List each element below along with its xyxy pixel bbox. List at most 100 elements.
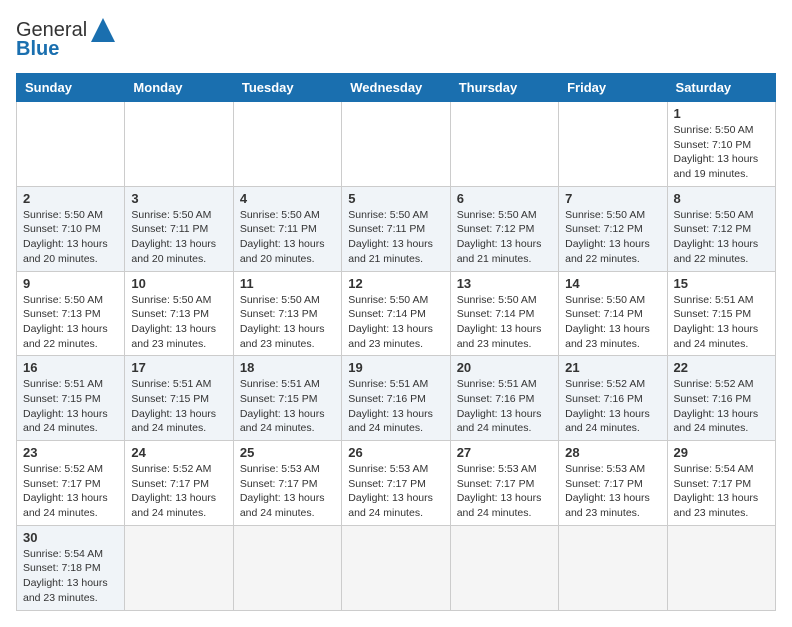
day-number: 7 bbox=[565, 191, 660, 206]
day-number: 9 bbox=[23, 276, 118, 291]
calendar-cell: 6 Sunrise: 5:50 AM Sunset: 7:12 PM Daylig… bbox=[450, 186, 558, 271]
calendar-cell: 28Sunrise: 5:53 AM Sunset: 7:17 PM Dayli… bbox=[559, 441, 667, 526]
calendar-cell: 1Sunrise: 5:50 AM Sunset: 7:10 PM Daylig… bbox=[667, 102, 775, 187]
day-number: 8 bbox=[674, 191, 769, 206]
day-number: 21 bbox=[565, 360, 660, 375]
calendar-cell: 15 Sunrise: 5:51 AM Sunset: 7:15 PM Dayli… bbox=[667, 271, 775, 356]
calendar-cell bbox=[667, 525, 775, 610]
calendar-cell: 16 Sunrise: 5:51 AM Sunset: 7:15 PM Dayli… bbox=[17, 356, 125, 441]
day-header-saturday: Saturday bbox=[667, 74, 775, 102]
calendar-cell bbox=[342, 102, 450, 187]
header-row: SundayMondayTuesdayWednesdayThursdayFrid… bbox=[17, 74, 776, 102]
day-number: 26 bbox=[348, 445, 443, 460]
week-row-4: 16 Sunrise: 5:51 AM Sunset: 7:15 PM Dayli… bbox=[17, 356, 776, 441]
day-info: Sunrise: 5:53 AM Sunset: 7:17 PM Dayligh… bbox=[348, 462, 443, 521]
day-number: 15 bbox=[674, 276, 769, 291]
calendar-cell: 11Sunrise: 5:50 AM Sunset: 7:13 PM Dayli… bbox=[233, 271, 341, 356]
day-info: Sunrise: 5:50 AM Sunset: 7:14 PM Dayligh… bbox=[457, 293, 552, 352]
week-row-5: 23 Sunrise: 5:52 AM Sunset: 7:17 PM Dayli… bbox=[17, 441, 776, 526]
calendar-cell: 2Sunrise: 5:50 AM Sunset: 7:10 PM Daylig… bbox=[17, 186, 125, 271]
day-number: 4 bbox=[240, 191, 335, 206]
day-number: 3 bbox=[131, 191, 226, 206]
day-header-wednesday: Wednesday bbox=[342, 74, 450, 102]
calendar-cell: 17Sunrise: 5:51 AM Sunset: 7:15 PM Dayli… bbox=[125, 356, 233, 441]
logo-triangle-icon bbox=[89, 16, 117, 44]
day-number: 6 bbox=[457, 191, 552, 206]
calendar-cell: 9Sunrise: 5:50 AM Sunset: 7:13 PM Daylig… bbox=[17, 271, 125, 356]
week-row-3: 9 Sunrise: 5:50 AM Sunset: 7:13 PM Daylig… bbox=[17, 271, 776, 356]
day-header-monday: Monday bbox=[125, 74, 233, 102]
day-info: Sunrise: 5:51 AM Sunset: 7:16 PM Dayligh… bbox=[457, 377, 552, 436]
calendar-table: SundayMondayTuesdayWednesdayThursdayFrid… bbox=[16, 73, 776, 611]
day-number: 17 bbox=[131, 360, 226, 375]
day-number: 1 bbox=[674, 106, 769, 121]
day-header-sunday: Sunday bbox=[17, 74, 125, 102]
calendar-cell: 7 Sunrise: 5:50 AM Sunset: 7:12 PM Daylig… bbox=[559, 186, 667, 271]
day-info: Sunrise: 5:50 AM Sunset: 7:10 PM Dayligh… bbox=[23, 208, 118, 267]
calendar-cell: 23 Sunrise: 5:52 AM Sunset: 7:17 PM Dayli… bbox=[17, 441, 125, 526]
day-info: Sunrise: 5:50 AM Sunset: 7:12 PM Dayligh… bbox=[674, 208, 769, 267]
calendar-cell bbox=[559, 102, 667, 187]
day-info: Sunrise: 5:50 AM Sunset: 7:13 PM Dayligh… bbox=[131, 293, 226, 352]
day-info: Sunrise: 5:52 AM Sunset: 7:16 PM Dayligh… bbox=[674, 377, 769, 436]
day-number: 23 bbox=[23, 445, 118, 460]
calendar-cell: 29 Sunrise: 5:54 AM Sunset: 7:17 PM Dayli… bbox=[667, 441, 775, 526]
day-info: Sunrise: 5:53 AM Sunset: 7:17 PM Dayligh… bbox=[240, 462, 335, 521]
day-info: Sunrise: 5:51 AM Sunset: 7:15 PM Dayligh… bbox=[23, 377, 118, 436]
header: General Blue bbox=[16, 16, 776, 61]
day-number: 16 bbox=[23, 360, 118, 375]
day-header-thursday: Thursday bbox=[450, 74, 558, 102]
day-number: 11 bbox=[240, 276, 335, 291]
calendar-cell bbox=[233, 525, 341, 610]
day-number: 30 bbox=[23, 530, 118, 545]
day-info: Sunrise: 5:53 AM Sunset: 7:17 PM Dayligh… bbox=[457, 462, 552, 521]
calendar-cell: 5 Sunrise: 5:50 AM Sunset: 7:11 PM Daylig… bbox=[342, 186, 450, 271]
day-header-tuesday: Tuesday bbox=[233, 74, 341, 102]
day-info: Sunrise: 5:50 AM Sunset: 7:12 PM Dayligh… bbox=[565, 208, 660, 267]
day-number: 13 bbox=[457, 276, 552, 291]
day-info: Sunrise: 5:54 AM Sunset: 7:17 PM Dayligh… bbox=[674, 462, 769, 521]
calendar-cell: 4Sunrise: 5:50 AM Sunset: 7:11 PM Daylig… bbox=[233, 186, 341, 271]
logo-blue-text: Blue bbox=[16, 38, 59, 61]
day-number: 28 bbox=[565, 445, 660, 460]
calendar-cell: 25Sunrise: 5:53 AM Sunset: 7:17 PM Dayli… bbox=[233, 441, 341, 526]
day-info: Sunrise: 5:50 AM Sunset: 7:11 PM Dayligh… bbox=[348, 208, 443, 267]
calendar-cell bbox=[342, 525, 450, 610]
calendar-cell: 26 Sunrise: 5:53 AM Sunset: 7:17 PM Dayli… bbox=[342, 441, 450, 526]
calendar-cell bbox=[233, 102, 341, 187]
day-number: 12 bbox=[348, 276, 443, 291]
day-number: 20 bbox=[457, 360, 552, 375]
day-info: Sunrise: 5:50 AM Sunset: 7:14 PM Dayligh… bbox=[565, 293, 660, 352]
week-row-2: 2Sunrise: 5:50 AM Sunset: 7:10 PM Daylig… bbox=[17, 186, 776, 271]
day-number: 10 bbox=[131, 276, 226, 291]
day-info: Sunrise: 5:50 AM Sunset: 7:11 PM Dayligh… bbox=[131, 208, 226, 267]
week-row-1: 1Sunrise: 5:50 AM Sunset: 7:10 PM Daylig… bbox=[17, 102, 776, 187]
day-info: Sunrise: 5:54 AM Sunset: 7:18 PM Dayligh… bbox=[23, 547, 118, 606]
day-info: Sunrise: 5:51 AM Sunset: 7:16 PM Dayligh… bbox=[348, 377, 443, 436]
calendar-cell: 20 Sunrise: 5:51 AM Sunset: 7:16 PM Dayli… bbox=[450, 356, 558, 441]
day-number: 5 bbox=[348, 191, 443, 206]
calendar-cell bbox=[17, 102, 125, 187]
day-number: 24 bbox=[131, 445, 226, 460]
day-info: Sunrise: 5:50 AM Sunset: 7:12 PM Dayligh… bbox=[457, 208, 552, 267]
day-number: 22 bbox=[674, 360, 769, 375]
day-info: Sunrise: 5:50 AM Sunset: 7:14 PM Dayligh… bbox=[348, 293, 443, 352]
calendar-cell: 14Sunrise: 5:50 AM Sunset: 7:14 PM Dayli… bbox=[559, 271, 667, 356]
calendar-cell bbox=[450, 102, 558, 187]
calendar-cell: 3 Sunrise: 5:50 AM Sunset: 7:11 PM Daylig… bbox=[125, 186, 233, 271]
calendar-cell: 19 Sunrise: 5:51 AM Sunset: 7:16 PM Dayli… bbox=[342, 356, 450, 441]
calendar-cell: 13 Sunrise: 5:50 AM Sunset: 7:14 PM Dayli… bbox=[450, 271, 558, 356]
calendar-cell: 12 Sunrise: 5:50 AM Sunset: 7:14 PM Dayli… bbox=[342, 271, 450, 356]
calendar-cell: 8 Sunrise: 5:50 AM Sunset: 7:12 PM Daylig… bbox=[667, 186, 775, 271]
week-row-6: 30 Sunrise: 5:54 AM Sunset: 7:18 PM Dayli… bbox=[17, 525, 776, 610]
day-info: Sunrise: 5:51 AM Sunset: 7:15 PM Dayligh… bbox=[674, 293, 769, 352]
calendar-cell: 27 Sunrise: 5:53 AM Sunset: 7:17 PM Dayli… bbox=[450, 441, 558, 526]
day-header-friday: Friday bbox=[559, 74, 667, 102]
calendar-cell: 30 Sunrise: 5:54 AM Sunset: 7:18 PM Dayli… bbox=[17, 525, 125, 610]
day-number: 27 bbox=[457, 445, 552, 460]
day-number: 19 bbox=[348, 360, 443, 375]
calendar-cell: 18Sunrise: 5:51 AM Sunset: 7:15 PM Dayli… bbox=[233, 356, 341, 441]
day-number: 29 bbox=[674, 445, 769, 460]
day-info: Sunrise: 5:52 AM Sunset: 7:17 PM Dayligh… bbox=[23, 462, 118, 521]
day-info: Sunrise: 5:52 AM Sunset: 7:17 PM Dayligh… bbox=[131, 462, 226, 521]
